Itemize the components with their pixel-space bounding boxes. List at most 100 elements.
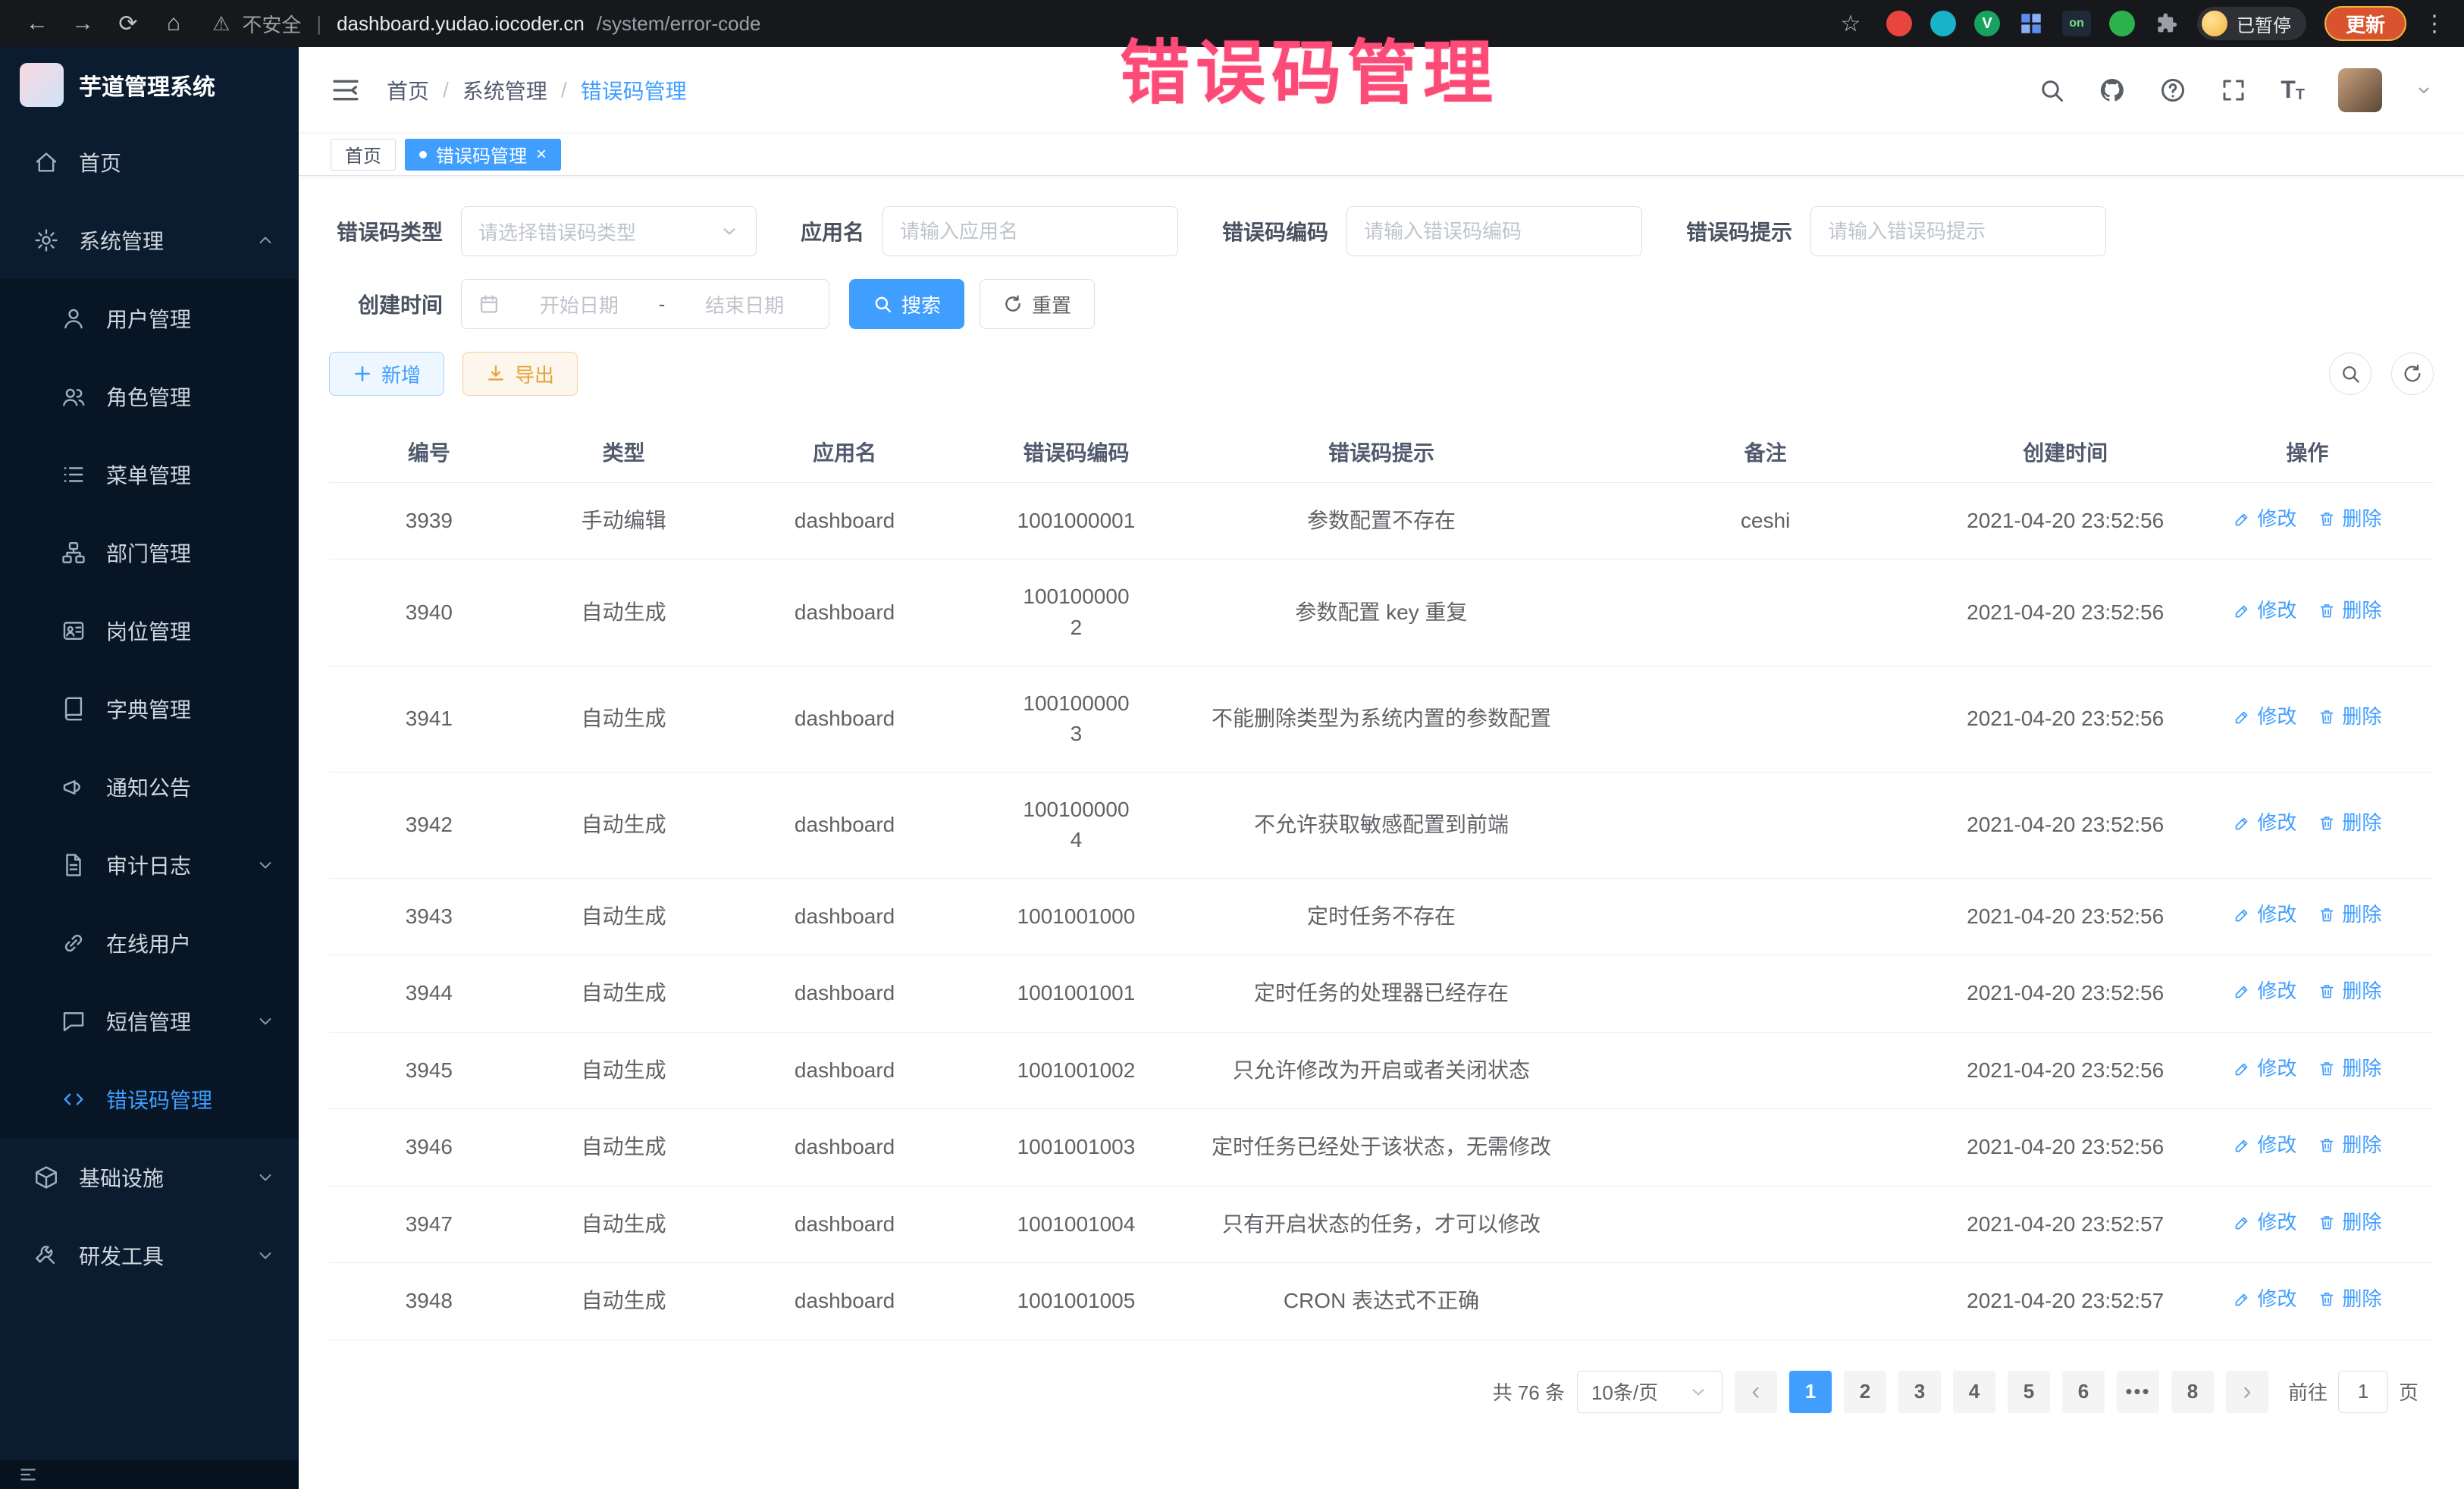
delete-link[interactable]: 删除 [2318,505,2381,534]
date-range-picker[interactable]: 开始日期 - 结束日期 [461,279,829,329]
extension-red-icon[interactable] [1886,11,1912,36]
delete-link[interactable]: 删除 [2318,977,2381,1006]
tab-首页[interactable]: 首页 [331,139,396,171]
delete-link[interactable]: 删除 [2318,703,2381,732]
tab-错误码管理[interactable]: 错误码管理× [405,139,561,171]
extension-grid-icon[interactable] [2018,11,2044,36]
edit-link[interactable]: 修改 [2233,505,2296,534]
extension-teal-icon[interactable] [1930,11,1956,36]
home-icon[interactable]: ⌂ [156,6,191,41]
font-size-icon[interactable]: TT [2281,76,2305,104]
error-code-input[interactable] [1346,206,1642,256]
delete-link[interactable]: 删除 [2318,597,2381,625]
page-button-3[interactable]: 3 [1898,1371,1941,1413]
help-icon[interactable] [2159,77,2187,104]
chrome-update-button[interactable]: 更新 [2324,6,2406,41]
sidebar-item-badge[interactable]: 岗位管理 [0,591,299,669]
edit-link[interactable]: 修改 [2233,597,2296,625]
error-hint-input[interactable] [1810,206,2106,256]
chevron-down-icon[interactable] [2415,82,2432,99]
close-tab-icon[interactable]: × [536,146,547,164]
page-button-5[interactable]: 5 [2008,1371,2050,1413]
edit-link[interactable]: 修改 [2233,1285,2296,1314]
cell-app: dashboard [719,483,971,560]
reload-icon[interactable]: ⟳ [111,6,146,41]
sidebar-item-user[interactable]: 用户管理 [0,279,299,357]
prev-page-button[interactable]: ‹ [1735,1371,1777,1413]
refresh-table-button[interactable] [2391,353,2434,395]
profile-chip[interactable]: 已暂停 [2197,7,2306,40]
address-bar[interactable]: ⚠ 不安全 | dashboard.yudao.iocoder.cn/syste… [212,10,761,38]
add-button[interactable]: 新增 [329,352,444,396]
hamburger-icon[interactable] [331,75,361,105]
sidebar-item-home[interactable]: 首页 [0,123,299,201]
sidebar-item-users[interactable]: 角色管理 [0,357,299,435]
sidebar-item-book[interactable]: 字典管理 [0,669,299,748]
page-ellipsis[interactable]: ••• [2117,1371,2159,1413]
delete-icon [2318,1290,2336,1309]
page-button-6[interactable]: 6 [2062,1371,2105,1413]
user-avatar[interactable] [2338,68,2382,112]
edit-link[interactable]: 修改 [2233,901,2296,929]
gear-icon [33,227,59,253]
cell-app: dashboard [719,1109,971,1186]
toggle-search-button[interactable] [2329,353,2372,395]
edit-link[interactable]: 修改 [2233,977,2296,1006]
sidebar-item-org-tree[interactable]: 部门管理 [0,513,299,591]
page-button-4[interactable]: 4 [1953,1371,1995,1413]
extension-on-badge[interactable]: on [2062,11,2091,36]
delete-link[interactable]: 删除 [2318,1208,2381,1237]
breadcrumb-home[interactable]: 首页 [387,75,429,105]
edit-icon [2233,814,2251,832]
sidebar-item-gear[interactable]: 系统管理 [0,201,299,279]
error-type-select[interactable]: 请选择错误码类型 [461,206,757,256]
sidebar-item-tools[interactable]: 研发工具 [0,1216,299,1294]
github-icon[interactable] [2099,77,2126,104]
cell-app: dashboard [719,879,971,955]
sidebar-collapse-bar[interactable] [0,1460,299,1489]
sidebar-item-message[interactable]: 短信管理 [0,982,299,1060]
forward-icon[interactable]: → [65,6,100,41]
edit-icon [2233,1290,2251,1309]
sidebar-item-megaphone[interactable]: 通知公告 [0,748,299,826]
page-button-2[interactable]: 2 [1844,1371,1886,1413]
breadcrumb-system[interactable]: 系统管理 [462,75,547,105]
sidebar-item-code[interactable]: 错误码管理 [0,1060,299,1138]
back-icon[interactable]: ← [20,6,55,41]
delete-link[interactable]: 删除 [2318,1131,2381,1160]
export-button[interactable]: 导出 [462,352,578,396]
sidebar-item-document[interactable]: 审计日志 [0,826,299,904]
search-button[interactable]: 搜索 [849,279,964,329]
reset-button[interactable]: 重置 [980,279,1095,329]
extension-v-icon[interactable]: V [1974,11,2000,36]
page-size-select[interactable]: 10条/页 [1577,1371,1723,1413]
bookmark-star-icon[interactable]: ☆ [1833,6,1868,41]
chrome-menu-icon[interactable]: ⋮ [2425,6,2444,41]
edit-link[interactable]: 修改 [2233,703,2296,732]
edit-link[interactable]: 修改 [2233,1055,2296,1083]
sidebar-item-menu-list[interactable]: 菜单管理 [0,435,299,513]
edit-link[interactable]: 修改 [2233,809,2296,838]
page-jump-input[interactable] [2338,1371,2388,1413]
cell-created: 2021-04-20 23:52:56 [1949,483,2180,560]
app-logo[interactable]: 芋道管理系统 [0,47,299,123]
app-name-input[interactable] [882,206,1178,256]
tab-label: 首页 [345,141,381,168]
sidebar-item-infra[interactable]: 基础设施 [0,1138,299,1216]
search-icon[interactable] [2038,77,2065,104]
fullscreen-icon[interactable] [2220,77,2247,104]
edit-link[interactable]: 修改 [2233,1208,2296,1237]
delete-link[interactable]: 删除 [2318,809,2381,838]
page-button-1[interactable]: 1 [1789,1371,1832,1413]
extensions-puzzle-icon[interactable] [2153,11,2179,36]
sidebar-item-link[interactable]: 在线用户 [0,904,299,982]
edit-link[interactable]: 修改 [2233,1131,2296,1160]
navbar-right: TT [2038,68,2432,112]
page-button-8[interactable]: 8 [2171,1371,2214,1413]
extension-green-icon[interactable] [2109,11,2135,36]
next-page-button[interactable]: › [2226,1371,2268,1413]
delete-link[interactable]: 删除 [2318,1055,2381,1083]
delete-link[interactable]: 删除 [2318,1285,2381,1314]
delete-link[interactable]: 删除 [2318,901,2381,929]
table-row: 3942自动生成dashboard1001000004不允许获取敏感配置到前端2… [329,772,2434,878]
